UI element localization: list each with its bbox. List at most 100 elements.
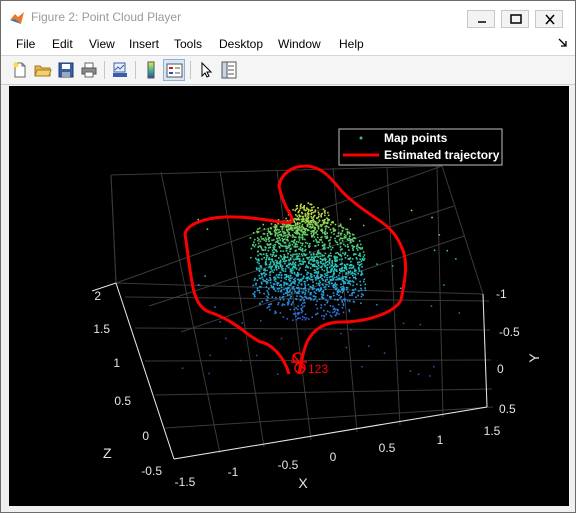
minimize-button[interactable] [467,10,495,28]
map-point [304,318,307,321]
menu-desktop[interactable]: Desktop [219,37,263,51]
map-point [266,278,268,281]
dock-arrow-icon[interactable] [557,37,569,49]
map-point [257,254,259,257]
plot-canvas[interactable]: 123 Map points Estimated trajectory 2 1.… [9,86,569,506]
map-point [315,292,317,295]
map-point [283,277,286,279]
map-point [348,309,350,311]
map-point [267,228,270,230]
print-button[interactable] [78,59,100,81]
map-point [316,217,318,219]
insert-colorbar-button[interactable] [140,59,162,81]
map-point [274,259,277,262]
map-point [263,228,266,230]
link-plot-button[interactable] [109,59,131,81]
map-point [304,283,306,285]
map-point [302,242,304,245]
map-point [291,227,294,229]
map-point [280,267,283,269]
map-point [291,224,293,227]
map-point [363,278,366,280]
map-point [277,373,279,375]
map-point [264,263,267,266]
map-point [321,268,323,271]
map-point [313,269,316,271]
map-point [261,238,263,240]
map-point [290,263,292,266]
insert-legend-button[interactable] [163,59,185,81]
map-point [352,281,355,283]
x-tick-label: -0.5 [278,458,299,472]
map-point [300,311,303,314]
toolbar-separator [104,61,105,79]
map-point [284,292,287,294]
map-point [269,281,272,284]
map-point [317,236,319,239]
map-point [325,258,327,260]
map-point [325,283,327,286]
map-point [340,283,342,286]
menu-edit[interactable]: Edit [52,37,73,51]
save-button[interactable] [55,59,77,81]
map-point [346,233,349,235]
map-point [297,313,300,316]
map-point [283,288,285,291]
map-point [269,271,272,273]
map-point [315,238,317,241]
menu-view[interactable]: View [89,37,115,51]
map-point [347,258,350,260]
maximize-button[interactable] [501,10,529,28]
map-point [326,235,328,238]
map-point [301,291,304,294]
map-point [181,367,184,369]
menu-insert[interactable]: Insert [129,37,159,51]
map-point [296,253,298,255]
new-figure-button[interactable] [9,59,31,81]
matlab-icon [10,12,24,24]
menu-window[interactable]: Window [278,37,321,51]
map-point [363,254,366,256]
map-point [342,277,345,280]
map-point [321,296,323,298]
legend[interactable]: Map points Estimated trajectory [338,128,503,166]
map-point [338,294,340,296]
menu-tools[interactable]: Tools [174,37,202,51]
map-point [321,244,324,247]
map-point [290,247,292,250]
edit-plot-button[interactable] [195,59,217,81]
map-point [260,236,262,238]
map-point [297,284,299,287]
map-point [241,322,243,324]
property-inspector-button[interactable] [218,59,240,81]
map-point [290,240,293,243]
map-point [417,373,420,376]
map-point [322,221,325,224]
map-point [342,288,344,291]
map-point [292,229,294,232]
map-point [289,275,292,277]
map-point [282,293,285,295]
map-point [269,303,271,306]
map-point [279,225,282,228]
map-point [316,300,318,302]
map-point [254,291,256,293]
point-cloud-axes[interactable]: 123 Map points Estimated trajectory 2 1.… [9,86,569,506]
map-point [277,301,280,304]
map-point [336,235,338,238]
toolbar-separator [135,61,136,79]
close-button[interactable] [535,10,563,28]
map-point [326,274,329,276]
map-point [299,246,302,249]
menu-help[interactable]: Help [339,37,364,51]
menu-file[interactable]: File [16,37,35,51]
map-point [282,298,285,301]
map-point [263,239,266,241]
map-point [320,288,322,290]
map-point [266,243,269,246]
map-point [360,293,363,295]
map-point [295,307,298,310]
map-point [356,283,358,286]
map-point [268,236,271,239]
open-file-button[interactable] [32,59,54,81]
